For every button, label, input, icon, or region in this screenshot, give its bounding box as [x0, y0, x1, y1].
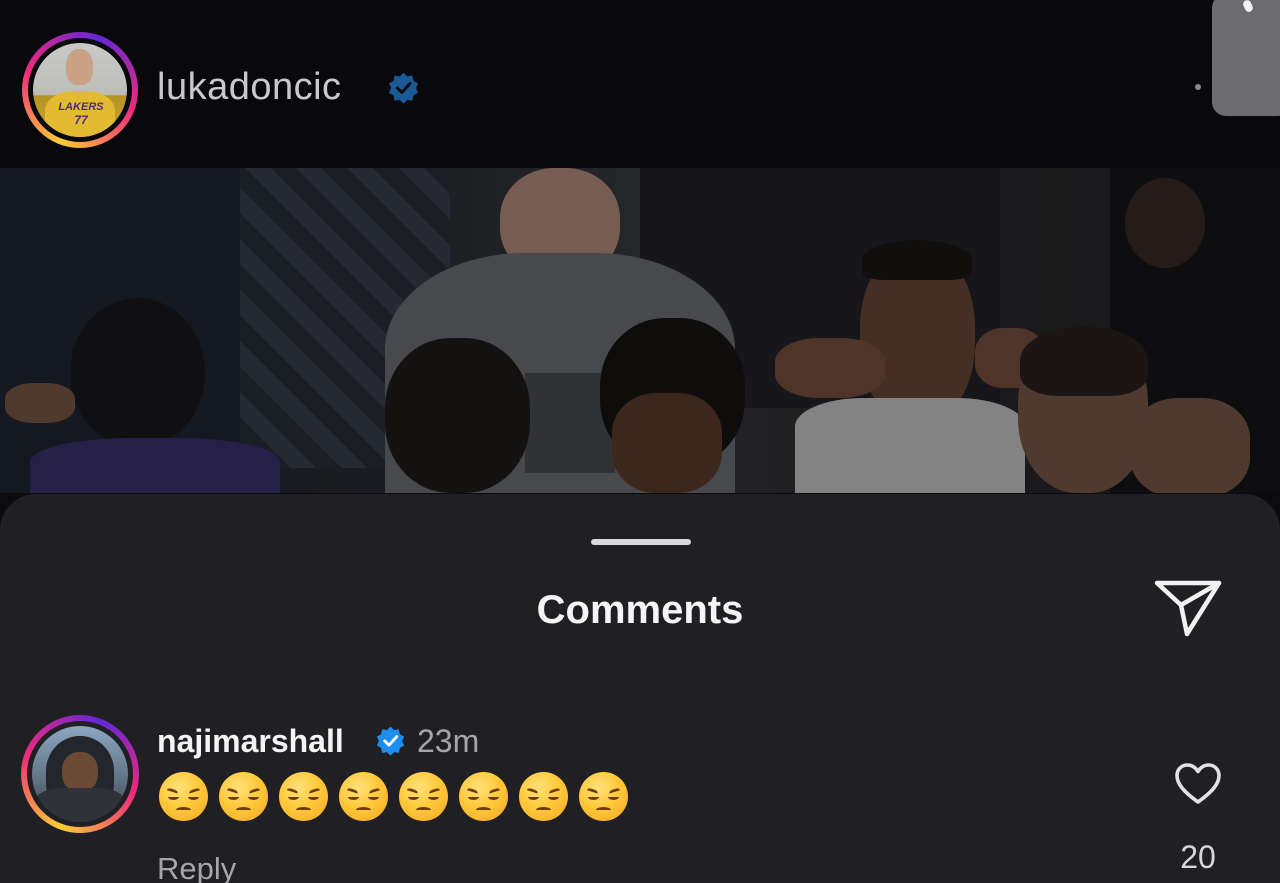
- overlay-card: [1212, 0, 1280, 116]
- verified-badge-icon: [388, 72, 419, 104]
- pensive-face-emoji: [279, 772, 328, 821]
- sheet-drag-handle[interactable]: [591, 539, 691, 545]
- paper-plane-icon[interactable]: [1153, 578, 1223, 638]
- comment-timestamp: 23m: [417, 723, 480, 759]
- post-username[interactable]: lukadoncic: [157, 66, 342, 109]
- pensive-face-emoji: [399, 772, 448, 821]
- reply-button[interactable]: Reply: [157, 851, 236, 883]
- avatar-jersey-text: LAKERS: [58, 101, 104, 113]
- post-header: LAKERS 77 lukadoncic: [0, 0, 1280, 168]
- pensive-face-emoji: [219, 772, 268, 821]
- comment-username[interactable]: najimarshall: [157, 723, 344, 760]
- post-photo: [0, 168, 1280, 493]
- comment-text: [159, 772, 628, 821]
- commenter-avatar[interactable]: [21, 715, 139, 833]
- verified-badge-icon: [376, 726, 405, 756]
- pensive-face-emoji: [339, 772, 388, 821]
- heart-outline-icon[interactable]: [1174, 762, 1222, 806]
- like-count: 20: [1180, 839, 1216, 875]
- comments-sheet: Comments najimarshall 23m 20 Reply: [0, 494, 1280, 883]
- pensive-face-emoji: [519, 772, 568, 821]
- avatar-jersey-number: 77: [74, 113, 88, 127]
- more-options-icon[interactable]: [1195, 84, 1201, 90]
- pensive-face-emoji: [459, 772, 508, 821]
- pensive-face-emoji: [159, 772, 208, 821]
- comments-title: Comments: [536, 588, 744, 632]
- profile-avatar[interactable]: LAKERS 77: [22, 32, 138, 148]
- pensive-face-emoji: [579, 772, 628, 821]
